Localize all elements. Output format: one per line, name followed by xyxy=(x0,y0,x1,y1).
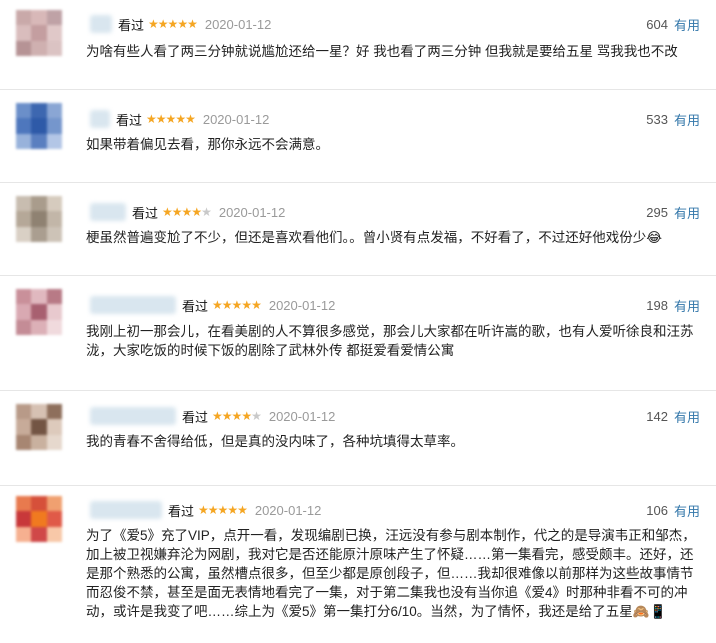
star-icon: ★ xyxy=(217,503,229,517)
review-meta: 看过 ★★★★★ 2020-01-12 xyxy=(90,14,271,34)
votes: 604 有用 xyxy=(646,14,700,34)
username[interactable] xyxy=(90,110,110,128)
star-icon: ★ xyxy=(221,298,233,312)
vote-count: 533 xyxy=(646,111,668,127)
star-icon: ★ xyxy=(162,205,173,219)
review-date: 2020-01-12 xyxy=(268,297,336,313)
votes: 142 有用 xyxy=(646,406,700,426)
review-content: 为啥有些人看了两三分钟就说尴尬还给一星？好 我也看了两三分钟 但我就是要给五星 … xyxy=(86,44,678,59)
review-list: 看过 ★★★★★ 2020-01-12 604 有用 为啥有些人看了两三分钟就说… xyxy=(0,0,716,643)
star-icon: ★ xyxy=(175,112,186,126)
useful-button[interactable]: 有用 xyxy=(674,203,700,222)
useful-button[interactable]: 有用 xyxy=(674,296,700,315)
star-icon: ★ xyxy=(237,503,248,517)
review-meta: 看过 ★★★★★ 2020-01-12 xyxy=(90,406,335,426)
review-meta: 看过 ★★★★★ 2020-01-12 xyxy=(90,500,321,520)
seen-label: 看过 xyxy=(132,205,159,221)
vote-count: 604 xyxy=(646,16,668,32)
review-item: 看过 ★★★★★ 2020-01-12 106 有用 为了《爱5》充了VIP，点… xyxy=(0,496,716,643)
avatar[interactable] xyxy=(16,103,62,149)
useful-button[interactable]: 有用 xyxy=(674,407,700,426)
review-content: 我的青春不舍得给低，但是真的没内味了，各种坑填得太草率。 xyxy=(86,434,464,449)
vote-count: 295 xyxy=(646,204,668,220)
rating-stars: ★★★★★ xyxy=(162,205,212,219)
star-icon: ★ xyxy=(167,17,179,31)
star-icon: ★ xyxy=(241,298,252,312)
review-date: 2020-01-12 xyxy=(202,111,270,127)
avatar[interactable] xyxy=(16,10,62,56)
rating-stars: ★★★★★ xyxy=(148,17,198,31)
star-icon: ★ xyxy=(181,205,193,219)
avatar[interactable] xyxy=(16,289,62,335)
star-icon: ★ xyxy=(165,112,177,126)
star-icon: ★ xyxy=(148,17,159,31)
rating-stars: ★★★★★ xyxy=(146,112,196,126)
star-icon: ★ xyxy=(155,112,167,126)
star-icon: ★ xyxy=(251,298,262,312)
review-content: 我刚上初一那会儿，在看美剧的人不算很多感觉，那会儿大家都在听许嵩的歌，也有人爱听… xyxy=(86,324,694,358)
review-item: 看过 ★★★★★ 2020-01-12 533 有用 如果带着偏见去看，那你永远… xyxy=(0,103,716,183)
vote-count: 106 xyxy=(646,502,668,518)
useful-button[interactable]: 有用 xyxy=(674,15,700,34)
votes: 198 有用 xyxy=(646,295,700,315)
star-icon: ★ xyxy=(212,298,223,312)
review-content: 如果带着偏见去看，那你永远不会满意。 xyxy=(86,137,329,152)
review-date: 2020-01-12 xyxy=(204,16,272,32)
avatar[interactable] xyxy=(16,196,62,242)
review-item: 看过 ★★★★★ 2020-01-12 198 有用 我刚上初一那会儿，在看美剧… xyxy=(0,289,716,391)
vote-count: 198 xyxy=(646,297,668,313)
avatar[interactable] xyxy=(16,404,62,450)
useful-button[interactable]: 有用 xyxy=(674,501,700,520)
useful-button[interactable]: 有用 xyxy=(674,110,700,129)
star-icon: ★ xyxy=(221,409,233,423)
seen-label: 看过 xyxy=(116,112,143,128)
rating-stars: ★★★★★ xyxy=(198,503,248,517)
votes: 533 有用 xyxy=(646,109,700,129)
review-meta: 看过 ★★★★★ 2020-01-12 xyxy=(90,202,285,222)
seen-label: 看过 xyxy=(118,17,145,33)
review-item: 看过 ★★★★★ 2020-01-12 142 有用 我的青春不舍得给低，但是真… xyxy=(0,404,716,486)
star-icon: ★ xyxy=(146,112,157,126)
username[interactable] xyxy=(90,15,112,33)
votes: 106 有用 xyxy=(646,500,700,520)
star-empty-icon: ★ xyxy=(201,205,212,219)
rating-stars: ★★★★★ xyxy=(212,298,262,312)
seen-label: 看过 xyxy=(182,298,209,314)
review-item: 看过 ★★★★★ 2020-01-12 604 有用 为啥有些人看了两三分钟就说… xyxy=(0,10,716,90)
rating-stars: ★★★★★ xyxy=(212,409,262,423)
star-icon: ★ xyxy=(227,503,238,517)
username[interactable] xyxy=(90,501,162,519)
star-icon: ★ xyxy=(198,503,209,517)
star-icon: ★ xyxy=(187,17,198,31)
star-empty-icon: ★ xyxy=(251,409,262,423)
star-icon: ★ xyxy=(191,205,202,219)
seen-label: 看过 xyxy=(182,409,209,425)
review-date: 2020-01-12 xyxy=(254,502,322,518)
review-meta: 看过 ★★★★★ 2020-01-12 xyxy=(90,295,335,315)
username[interactable] xyxy=(90,203,126,221)
star-icon: ★ xyxy=(212,409,223,423)
star-icon: ★ xyxy=(231,409,243,423)
review-item: 看过 ★★★★★ 2020-01-12 295 有用 梗虽然普遍变尬了不少，但还… xyxy=(0,196,716,276)
vote-count: 142 xyxy=(646,408,668,424)
avatar[interactable] xyxy=(16,496,62,542)
star-icon: ★ xyxy=(177,17,188,31)
votes: 295 有用 xyxy=(646,202,700,222)
review-content: 梗虽然普遍变尬了不少，但还是喜欢看他们。。曾小贤有点发福，不好看了，不过还好他戏… xyxy=(86,230,663,245)
username[interactable] xyxy=(90,296,176,314)
star-icon: ★ xyxy=(241,409,252,423)
review-date: 2020-01-12 xyxy=(268,408,336,424)
review-meta: 看过 ★★★★★ 2020-01-12 xyxy=(90,109,269,129)
seen-label: 看过 xyxy=(168,503,195,519)
star-icon: ★ xyxy=(171,205,183,219)
username[interactable] xyxy=(90,407,176,425)
review-date: 2020-01-12 xyxy=(218,204,286,220)
star-icon: ★ xyxy=(207,503,219,517)
star-icon: ★ xyxy=(157,17,169,31)
review-content: 为了《爱5》充了VIP，点开一看，发现编剧已换，汪远没有参与剧本制作，代之的是导… xyxy=(86,528,696,619)
star-icon: ★ xyxy=(231,298,243,312)
star-icon: ★ xyxy=(185,112,196,126)
